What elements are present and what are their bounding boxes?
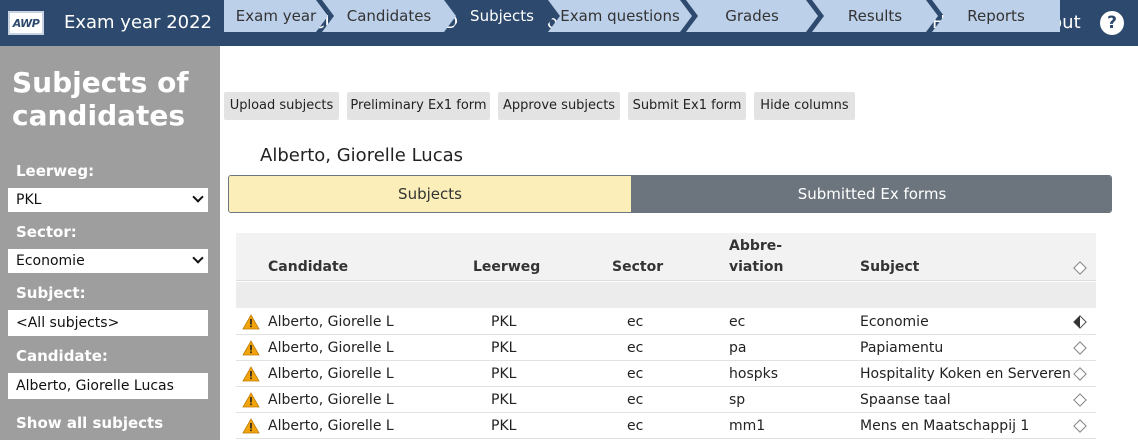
table-header: Candidate Leerweg Sector Abbre- viation … bbox=[236, 233, 1096, 281]
awp-logo[interactable]: AWP bbox=[8, 11, 44, 35]
warning-icon bbox=[242, 366, 260, 382]
filter-row[interactable] bbox=[236, 282, 1096, 308]
diamond-icon[interactable] bbox=[1073, 393, 1087, 407]
cell-candidate: Alberto, Giorelle L bbox=[268, 314, 394, 330]
cell-subject: Hospitality Koken en Serveren bbox=[860, 366, 1071, 382]
logo-text: AWP bbox=[12, 16, 40, 30]
cell-abbreviation: ec bbox=[729, 314, 746, 330]
step-exam-year[interactable]: Exam year bbox=[224, 0, 328, 32]
cell-abbreviation: sp bbox=[729, 392, 746, 408]
column-header-candidate[interactable]: Candidate bbox=[268, 259, 348, 275]
cell-leerweg: PKL bbox=[491, 314, 517, 330]
cell-candidate: Alberto, Giorelle L bbox=[268, 366, 394, 382]
candidate-heading: Alberto, Giorelle Lucas bbox=[260, 145, 463, 166]
warning-icon bbox=[242, 314, 260, 330]
cell-sector: ec bbox=[627, 340, 644, 356]
cell-subject: Spaanse taal bbox=[860, 392, 951, 408]
show-all-subjects-link[interactable]: Show all subjects bbox=[16, 414, 163, 432]
leerweg-value: PKL bbox=[16, 192, 42, 208]
cell-candidate: Alberto, Giorelle L bbox=[268, 340, 394, 356]
step-results[interactable]: Results bbox=[812, 0, 938, 32]
step-grades[interactable]: Grades bbox=[686, 0, 818, 32]
chevron-down-icon bbox=[192, 191, 204, 203]
half-filled-diamond-icon[interactable] bbox=[1073, 315, 1087, 329]
warning-icon bbox=[242, 340, 260, 356]
subject-input[interactable]: <All subjects> bbox=[8, 310, 208, 336]
sector-select[interactable]: Economie bbox=[8, 249, 208, 273]
leerweg-label: Leerweg: bbox=[16, 162, 95, 180]
help-icon[interactable]: ? bbox=[1100, 11, 1124, 35]
table-row[interactable]: Alberto, Giorelle L PKL ec pa Papiamentu bbox=[236, 335, 1096, 361]
leerweg-select[interactable]: PKL bbox=[8, 188, 208, 212]
chevron-down-icon bbox=[192, 252, 204, 264]
view-toggle: Subjects Submitted Ex forms bbox=[228, 175, 1112, 213]
diamond-icon[interactable] bbox=[1073, 341, 1087, 355]
step-candidates[interactable]: Candidates bbox=[322, 0, 456, 32]
tab-submitted-ex-forms[interactable]: Submitted Ex forms bbox=[631, 176, 1111, 212]
column-header-subject[interactable]: Subject bbox=[860, 259, 919, 275]
cell-leerweg: PKL bbox=[491, 366, 517, 382]
cell-sector: ec bbox=[627, 366, 644, 382]
column-header-leerweg[interactable]: Leerweg bbox=[473, 259, 540, 275]
cell-subject: Mens en Maatschappij 1 bbox=[860, 418, 1030, 434]
candidate-label: Candidate: bbox=[16, 347, 108, 365]
step-exam-questions[interactable]: Exam questions bbox=[548, 0, 692, 32]
cell-sector: ec bbox=[627, 314, 644, 330]
sidebar: Subjects of candidates Leerweg: PKL Sect… bbox=[0, 46, 220, 440]
warning-icon bbox=[242, 418, 260, 434]
tab-subjects[interactable]: Subjects bbox=[229, 176, 631, 212]
cell-subject: Economie bbox=[860, 314, 929, 330]
cell-subject: Papiamentu bbox=[860, 340, 944, 356]
cell-leerweg: PKL bbox=[491, 418, 517, 434]
exam-year-menu[interactable]: Exam year 2022 bbox=[64, 0, 212, 46]
sector-value: Economie bbox=[16, 253, 85, 269]
warning-icon bbox=[242, 392, 260, 408]
table-row[interactable]: Alberto, Giorelle L PKL ec mm1 Mens en Maats… bbox=[236, 413, 1096, 439]
subject-label: Subject: bbox=[16, 284, 86, 302]
cell-sector: ec bbox=[627, 392, 644, 408]
step-reports[interactable]: Reports bbox=[932, 0, 1060, 32]
approve-subjects-button[interactable]: Approve subjects bbox=[498, 92, 620, 120]
cell-abbreviation: mm1 bbox=[729, 418, 766, 434]
cell-abbreviation: pa bbox=[729, 340, 747, 356]
preliminary-ex1-form-button[interactable]: Preliminary Ex1 form bbox=[347, 92, 490, 120]
column-header-sector[interactable]: Sector bbox=[612, 259, 663, 275]
column-header-abbreviation-line1[interactable]: Abbre- bbox=[729, 238, 782, 254]
table-row[interactable]: Alberto, Giorelle L PKL ec sp Spaanse taal bbox=[236, 387, 1096, 413]
diamond-icon[interactable] bbox=[1073, 367, 1087, 381]
table-row[interactable]: Alberto, Giorelle L PKL ec ec Economie bbox=[236, 309, 1096, 335]
diamond-icon[interactable] bbox=[1073, 419, 1087, 433]
submit-ex1-form-button[interactable]: Submit Ex1 form bbox=[628, 92, 746, 120]
cell-leerweg: PKL bbox=[491, 392, 517, 408]
cell-candidate: Alberto, Giorelle L bbox=[268, 418, 394, 434]
step-subjects[interactable]: Subjects bbox=[450, 0, 554, 32]
cell-abbreviation: hospks bbox=[729, 366, 779, 382]
hide-columns-button[interactable]: Hide columns bbox=[754, 92, 855, 120]
cell-sector: ec bbox=[627, 418, 644, 434]
candidate-input[interactable]: Alberto, Giorelle Lucas bbox=[8, 373, 208, 399]
column-header-abbreviation-line2[interactable]: viation bbox=[729, 259, 783, 275]
diamond-status-icon[interactable] bbox=[1073, 261, 1087, 275]
cell-leerweg: PKL bbox=[491, 340, 517, 356]
table-row[interactable]: Alberto, Giorelle L PKL ec hospks Hospitalit… bbox=[236, 361, 1096, 387]
cell-candidate: Alberto, Giorelle L bbox=[268, 392, 394, 408]
sector-label: Sector: bbox=[16, 223, 77, 241]
sidebar-title: Subjects of candidates bbox=[12, 66, 189, 132]
upload-subjects-button[interactable]: Upload subjects bbox=[224, 92, 339, 120]
